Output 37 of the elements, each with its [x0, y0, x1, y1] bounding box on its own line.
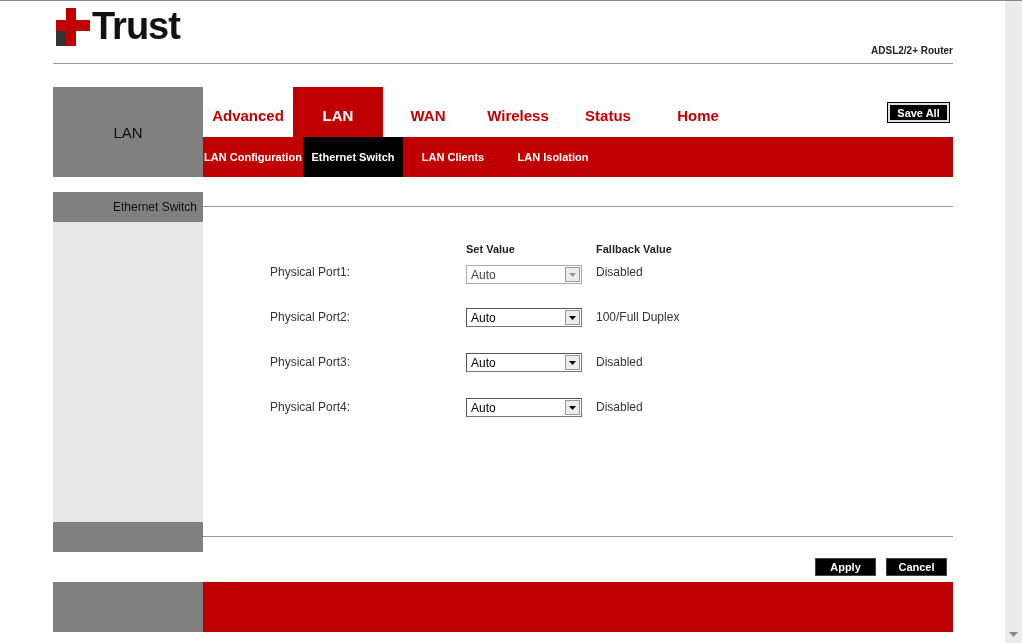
- logo-text: Trust: [92, 6, 180, 46]
- fallback-value: Disabled: [596, 399, 644, 416]
- scroll-down-icon[interactable]: [1009, 632, 1018, 637]
- column-header: Set Value: [466, 243, 516, 257]
- nav-tab[interactable]: LAN: [293, 87, 383, 137]
- cancel-button[interactable]: Cancel: [886, 558, 947, 576]
- port-label: Physical Port1:: [270, 264, 352, 281]
- port-select[interactable]: Auto: [466, 398, 582, 417]
- fallback-value: Disabled: [596, 264, 644, 281]
- fallback-value: 100/Full Duplex: [596, 309, 681, 326]
- nav-tab[interactable]: Status: [563, 87, 653, 137]
- fallback-value: Disabled: [596, 354, 644, 371]
- column-header: Fallback Value: [596, 243, 673, 257]
- port-select[interactable]: Auto: [466, 353, 582, 372]
- logo-icon: [56, 8, 90, 46]
- port-select[interactable]: Auto: [466, 308, 582, 327]
- port-label: Physical Port2:: [270, 309, 352, 326]
- product-name: ADSL2/2+ Router: [871, 45, 953, 58]
- subtab[interactable]: LAN Configuration: [203, 137, 303, 177]
- panel-title: Ethernet Switch: [53, 192, 203, 222]
- nav-tab[interactable]: WAN: [383, 87, 473, 137]
- scrollbar[interactable]: [1005, 1, 1022, 643]
- save-all-button[interactable]: Save All: [888, 103, 949, 122]
- apply-button[interactable]: Apply: [815, 558, 876, 576]
- subtab[interactable]: LAN Isolation: [503, 137, 603, 177]
- section-label: LAN: [53, 87, 203, 177]
- subtab[interactable]: LAN Clients: [403, 137, 503, 177]
- nav-tab[interactable]: Home: [653, 87, 743, 137]
- caret-icon: [569, 360, 576, 365]
- caret-icon: [569, 315, 576, 320]
- caret-icon: [569, 272, 576, 277]
- port-label: Physical Port4:: [270, 399, 352, 416]
- subtab[interactable]: Ethernet Switch: [303, 137, 403, 177]
- nav-tab[interactable]: Wireless: [473, 87, 563, 137]
- caret-icon: [569, 405, 576, 410]
- nav-tab[interactable]: Advanced: [203, 87, 293, 137]
- port-label: Physical Port3:: [270, 354, 352, 371]
